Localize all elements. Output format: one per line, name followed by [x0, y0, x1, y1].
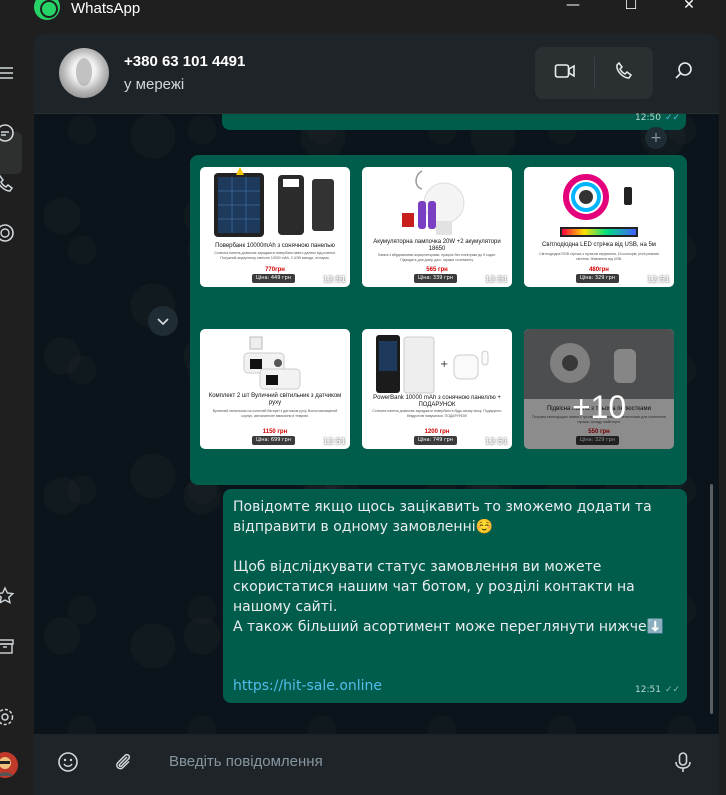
product-sale-price: Ціна: 699 грн — [252, 436, 296, 445]
album-image-more[interactable]: Підвісна лампа з трьома пелюстками Потуж… — [524, 329, 674, 449]
attach-button[interactable] — [106, 747, 140, 781]
message-input[interactable]: Введіть повідомлення — [169, 753, 323, 770]
product-title: Акумуляторна лампочка 20W +2 акумулятори… — [373, 239, 501, 252]
image-time: 12:51 — [484, 275, 508, 284]
product-title: PowerBank 10000 mAh з сонячною панеллю +… — [373, 395, 501, 408]
chats-icon[interactable] — [0, 122, 16, 144]
message-paragraph: Повідомте якщо щось зацікавить то зможем… — [233, 499, 652, 535]
product-price: 480грн — [589, 267, 609, 273]
message-composer: Введіть повідомлення — [34, 734, 719, 795]
image-time: 12:51 — [646, 275, 670, 284]
react-button[interactable]: + — [645, 127, 667, 149]
album-image-bulb[interactable]: Акумуляторна лампочка 20W +2 акумулятори… — [362, 167, 512, 287]
image-time: 12:51 — [322, 275, 346, 284]
whatsapp-logo-icon — [34, 0, 60, 20]
call-buttons-group — [535, 47, 653, 99]
product-title: Світлодіодна LED стрічка від USB, на 5м — [542, 242, 656, 248]
image-time: 12:51 — [484, 437, 508, 446]
contact-avatar[interactable] — [59, 48, 109, 98]
scroll-down-button[interactable] — [148, 306, 178, 336]
product-description: Сонячна панель дозволяє заряджати поверб… — [214, 251, 336, 260]
chat-scrollbar[interactable] — [710, 484, 713, 714]
outgoing-message-bubble[interactable]: Повідомте якщо щось зацікавить то зможем… — [223, 489, 687, 703]
product-description: Світлодіодна RGB стрічка з пультом керув… — [539, 252, 659, 261]
product-price: 1200 грн — [424, 429, 450, 435]
voice-call-button[interactable] — [604, 53, 644, 93]
chat-window: +380 63 101 4491 у мережі 12:50 ✓✓ + Пов… — [34, 34, 719, 795]
status-icon[interactable] — [0, 222, 16, 244]
video-camera-icon — [554, 62, 576, 84]
call-divider — [594, 57, 595, 89]
product-title: Повербанк 10000mAh з сонячною панелью — [215, 243, 335, 249]
read-receipt-icon: ✓✓ — [665, 113, 681, 123]
search-icon — [674, 61, 694, 85]
product-sale-price: Ціна: 329 грн — [576, 274, 620, 283]
navigation-rail — [0, 22, 22, 795]
close-window-button[interactable]: ✕ — [674, 0, 704, 18]
minimize-button[interactable]: — — [558, 0, 588, 18]
image-time: 12:51 — [322, 437, 346, 446]
search-button[interactable] — [664, 53, 704, 93]
product-description: Сонячна панель дозволяє заряджати поверб… — [372, 409, 502, 418]
product-sale-price: Ціна: 449 грн — [252, 274, 296, 283]
profile-avatar[interactable] — [0, 752, 18, 778]
delivered-receipt-icon: ✓✓ — [665, 685, 681, 695]
menu-icon[interactable] — [0, 62, 16, 84]
media-album: Повербанк 10000mAh з сонячною панелью Со… — [190, 155, 687, 485]
product-price: 770грн — [265, 267, 285, 273]
message-paragraph: А також більший асортимент може переглян… — [233, 619, 665, 635]
contact-status: у мережі — [124, 76, 185, 93]
app-title: WhatsApp — [71, 0, 141, 17]
album-image-powerbank-gift[interactable]: + PowerBank 10000 mAh з сонячною панеллю… — [362, 329, 512, 449]
calls-icon[interactable] — [0, 172, 16, 194]
paperclip-icon — [112, 751, 134, 777]
product-sale-price: Ціна: 339 грн — [414, 274, 458, 283]
contact-name[interactable]: +380 63 101 4491 — [124, 53, 245, 70]
product-price: 1150 грн — [262, 429, 288, 435]
emoji-icon — [57, 751, 79, 777]
chat-header[interactable]: +380 63 101 4491 у мережі — [34, 34, 719, 114]
album-image-led-strip[interactable]: Світлодіодна LED стрічка від USB, на 5м … — [524, 167, 674, 287]
product-price: 565 грн — [426, 267, 448, 273]
emoji-button[interactable] — [51, 747, 85, 781]
chevron-down-icon — [156, 312, 170, 331]
more-images-count: +10 — [571, 389, 627, 425]
svg-text:+: + — [440, 359, 448, 370]
album-image-powerbank[interactable]: Повербанк 10000mAh з сонячною панелью Со… — [200, 167, 350, 287]
product-title: Комплект 2 шт Вуличний світильник з датч… — [208, 393, 342, 406]
message-paragraph: Щоб відслідкувати статус замовлення ви м… — [233, 559, 635, 615]
settings-icon[interactable] — [0, 706, 16, 728]
product-description: Вуличний світильник на сонячній батареї … — [212, 409, 338, 418]
microphone-icon — [673, 751, 693, 777]
title-bar: WhatsApp — ☐ ✕ — [0, 0, 726, 22]
starred-icon[interactable] — [0, 585, 16, 607]
previous-message-time: 12:50 — [635, 113, 661, 123]
message-time: 12:51 — [635, 685, 661, 695]
album-image-street-light[interactable]: Комплект 2 шт Вуличний світильник з датч… — [200, 329, 350, 449]
website-link[interactable]: https://hit-sale.online — [233, 678, 382, 694]
product-sale-price: Ціна: 749 грн — [414, 436, 458, 445]
product-description: Лампа з вбудованими акумуляторами, працю… — [377, 253, 497, 262]
archive-icon[interactable] — [0, 635, 16, 657]
phone-icon — [614, 61, 634, 85]
video-call-button[interactable] — [545, 53, 585, 93]
voice-message-button[interactable] — [666, 747, 700, 781]
previous-message-bubble[interactable] — [222, 114, 686, 130]
maximize-button[interactable]: ☐ — [616, 0, 646, 18]
